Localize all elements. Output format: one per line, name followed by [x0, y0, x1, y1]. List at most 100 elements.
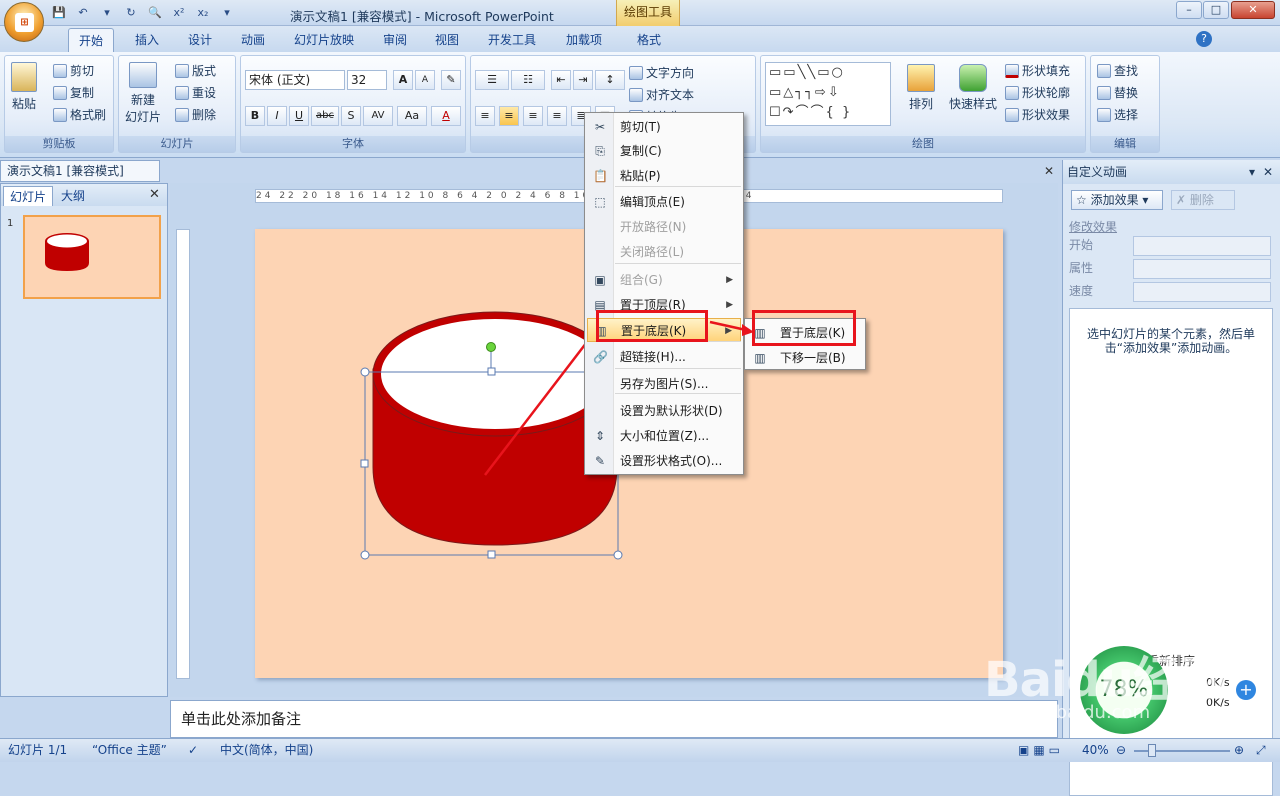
align-text-button[interactable]: 对齐文本 — [629, 86, 694, 103]
context-menu-item[interactable]: 开放路径(N) — [587, 215, 741, 239]
context-menu-item[interactable]: ✎ 设置形状格式(O)... — [587, 449, 741, 473]
context-menu-item[interactable]: ⬚ 编辑顶点(E) — [587, 190, 741, 214]
shrink-font-button[interactable]: A — [415, 70, 435, 90]
zoom-level[interactable]: 40% — [1082, 739, 1109, 761]
help-icon[interactable]: ? — [1196, 31, 1212, 47]
resize-handle-w[interactable] — [360, 459, 369, 468]
shape-outline-button[interactable]: 形状轮廓 — [1005, 84, 1070, 101]
font-color-button[interactable]: A — [431, 106, 461, 126]
new-slide-button[interactable]: 新建 幻灯片 — [125, 62, 161, 125]
rotation-handle[interactable] — [486, 342, 496, 352]
italic-button[interactable]: I — [267, 106, 287, 126]
font-name-combo[interactable]: 宋体 (正文) — [245, 70, 345, 90]
resize-handle-se[interactable] — [613, 550, 623, 560]
decrease-indent-button[interactable]: ⇤ — [551, 70, 571, 90]
delete-slide-button[interactable]: 删除 — [175, 106, 216, 123]
tab-insert[interactable]: 插入 — [125, 28, 169, 52]
align-left-button[interactable]: ≡ — [475, 106, 495, 126]
undo-dropdown-icon[interactable]: ▾ — [98, 4, 116, 22]
find-button[interactable]: 查找 — [1097, 62, 1138, 79]
context-menu-item[interactable]: ⇕ 大小和位置(Z)... — [587, 424, 741, 448]
close-document-icon[interactable]: ✕ — [1044, 164, 1054, 178]
context-menu-item[interactable]: 📋 粘贴(P) — [587, 164, 741, 188]
font-size-combo[interactable]: 32 — [347, 70, 387, 90]
language[interactable]: 中文(简体，中国) — [220, 739, 313, 761]
start-select[interactable] — [1133, 236, 1271, 256]
numbering-button[interactable]: ☷ — [511, 70, 545, 90]
document-tab[interactable]: 演示文稿1 [兼容模式] — [0, 160, 160, 182]
print-preview-icon[interactable]: 🔍 — [146, 4, 164, 22]
add-effect-button[interactable]: ☆ 添加效果 ▾ — [1071, 190, 1163, 210]
increase-indent-button[interactable]: ⇥ — [573, 70, 593, 90]
subscript-icon[interactable]: x₂ — [194, 4, 212, 22]
superscript-icon[interactable]: x² — [170, 4, 188, 22]
zoom-out-icon[interactable]: ⊖ — [1116, 739, 1126, 761]
resize-handle-nw[interactable] — [360, 367, 370, 377]
close-panel-icon[interactable]: ✕ — [149, 187, 160, 202]
replace-button[interactable]: 替换 — [1097, 84, 1138, 101]
tab-outline[interactable]: 大纲 — [55, 186, 91, 206]
context-menu-item[interactable]: ✂ 剪切(T) — [587, 115, 741, 139]
undo-icon[interactable]: ↶ — [74, 4, 92, 22]
tab-view[interactable]: 视图 — [425, 28, 469, 52]
tab-addins[interactable]: 加载项 — [556, 28, 612, 52]
tab-home[interactable]: 开始 — [68, 28, 115, 52]
tab-format[interactable]: 格式 — [627, 28, 671, 52]
resize-handle-sw[interactable] — [360, 550, 370, 560]
speed-select[interactable] — [1133, 282, 1271, 302]
resize-handle-n[interactable] — [487, 367, 496, 376]
context-menu-item[interactable]: 关闭路径(L) — [587, 240, 741, 264]
bullets-button[interactable]: ☰ — [475, 70, 509, 90]
customize-qat-icon[interactable]: ▾ — [218, 4, 236, 22]
shape-effects-button[interactable]: 形状效果 — [1005, 106, 1070, 123]
arrange-button[interactable]: 排列 — [907, 64, 935, 112]
office-button[interactable]: ⊞ — [4, 2, 44, 42]
shapes-gallery[interactable]: ▭▭╲╲▭○ ▭△┐┐⇨⇩ ☐↷⌒⌒{ } — [765, 62, 891, 126]
shape-fill-button[interactable]: 形状填充 — [1005, 62, 1070, 79]
shadow-button[interactable]: S — [341, 106, 361, 126]
text-direction-button[interactable]: 文字方向 — [629, 64, 694, 81]
tab-developer[interactable]: 开发工具 — [478, 28, 546, 52]
select-button[interactable]: 选择 — [1097, 106, 1138, 123]
redo-icon[interactable]: ↻ — [122, 4, 140, 22]
line-spacing-button[interactable]: ↕ — [595, 70, 625, 90]
spellcheck-icon[interactable]: ✓ — [188, 739, 198, 761]
slide-thumbnail[interactable] — [23, 215, 161, 299]
cut-button[interactable]: 剪切 — [53, 62, 94, 79]
tab-design[interactable]: 设计 — [178, 28, 222, 52]
theme-name[interactable]: “Office 主题” — [92, 739, 167, 761]
layout-button[interactable]: 版式 — [175, 62, 216, 79]
minimize-button[interactable]: – — [1176, 1, 1202, 19]
zoom-thumb[interactable] — [1148, 744, 1156, 757]
zoom-in-icon[interactable]: ⊕ — [1234, 739, 1244, 761]
pane-close-icon[interactable]: ✕ — [1263, 160, 1273, 184]
format-painter-button[interactable]: 格式刷 — [53, 106, 106, 123]
submenu-send-backward[interactable]: ▥ 下移一层(B) — [747, 346, 863, 370]
tab-animations[interactable]: 动画 — [231, 28, 275, 52]
strikethrough-button[interactable]: abc — [311, 106, 339, 126]
grow-font-button[interactable]: A — [393, 70, 413, 90]
context-menu-item[interactable]: ▣ 组合(G) ▶ — [587, 268, 741, 292]
context-menu-item[interactable]: 🔗 超链接(H)... — [587, 345, 741, 369]
property-select[interactable] — [1133, 259, 1271, 279]
justify-button[interactable]: ≡ — [547, 106, 567, 126]
remove-button[interactable]: ✗ 删除 — [1171, 190, 1235, 210]
tab-slides[interactable]: 幻灯片 — [3, 186, 54, 206]
char-spacing-button[interactable]: AV — [363, 106, 393, 126]
align-right-button[interactable]: ≡ — [523, 106, 543, 126]
close-button[interactable]: ✕ — [1231, 1, 1275, 19]
bold-button[interactable]: B — [245, 106, 265, 126]
quick-styles-button[interactable]: 快速样式 — [949, 64, 997, 112]
view-buttons[interactable]: ▣▦▭ — [1018, 739, 1064, 761]
plus-icon[interactable]: + — [1236, 680, 1256, 700]
reset-button[interactable]: 重设 — [175, 84, 216, 101]
resize-handle-s[interactable] — [487, 550, 496, 559]
maximize-button[interactable]: □ — [1203, 1, 1229, 19]
notes-pane[interactable]: 单击此处添加备注 — [170, 700, 1058, 738]
change-case-button[interactable]: Aa — [397, 106, 427, 126]
copy-button[interactable]: 复制 — [53, 84, 94, 101]
paste-button[interactable]: 粘贴 — [11, 62, 37, 112]
align-center-button[interactable]: ≡ — [499, 106, 519, 126]
fit-window-icon[interactable]: ⤢ — [1256, 739, 1266, 761]
tab-slideshow[interactable]: 幻灯片放映 — [284, 28, 364, 52]
